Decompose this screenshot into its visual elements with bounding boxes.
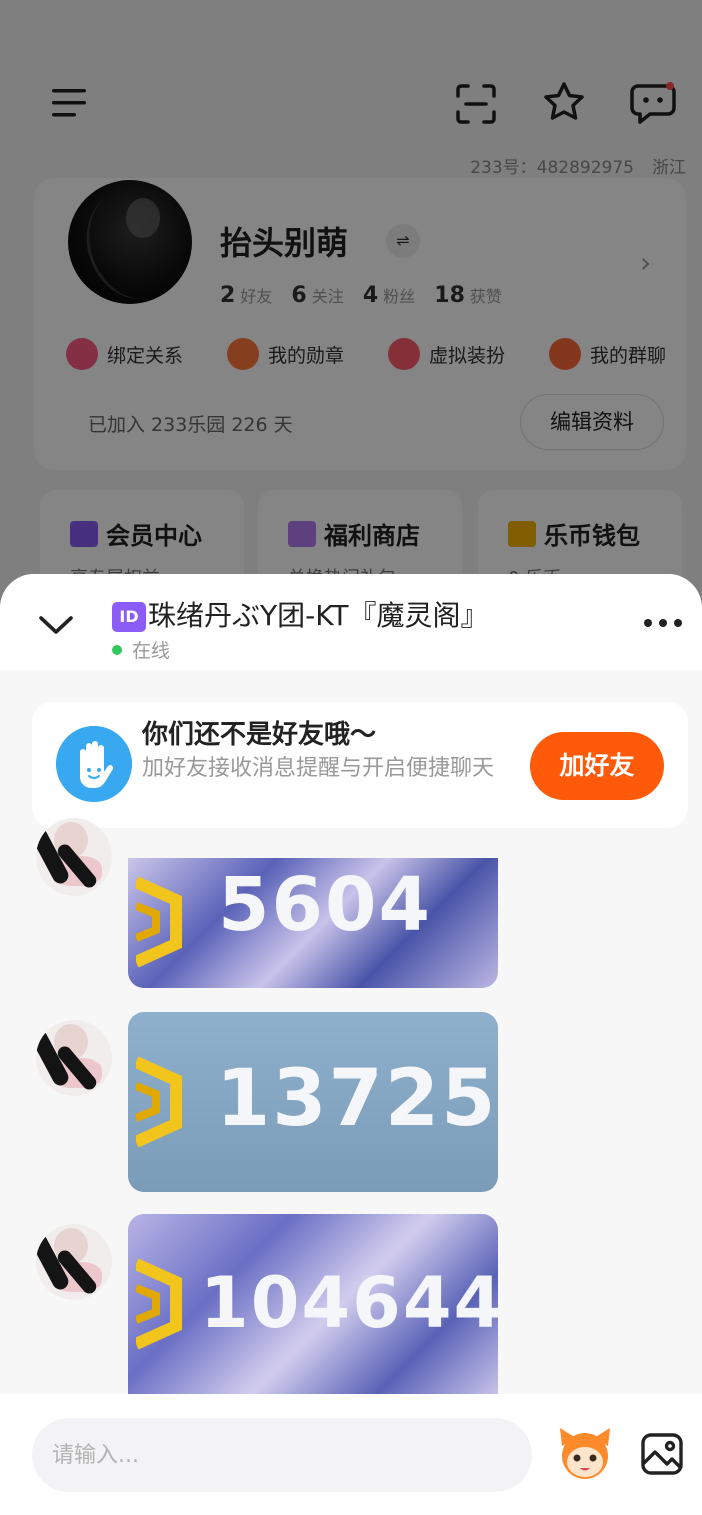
message-image[interactable]: 5604 xyxy=(128,858,498,988)
hand-icon xyxy=(56,726,132,802)
banner-title: 你们还不是好友哦～ xyxy=(142,720,377,750)
sender-avatar[interactable] xyxy=(36,1224,112,1300)
image-number: 5604 xyxy=(218,862,432,948)
message-input[interactable] xyxy=(32,1418,532,1492)
chat-sheet: ID 珠绪丹ぶY团-KT『魔灵阁』 在线 你们还不是好友哦～ 加好友接收消息提醒与… xyxy=(0,574,702,1515)
image-number: 104644 xyxy=(200,1262,498,1344)
id-badge: ID xyxy=(112,602,146,632)
chat-title: ID 珠绪丹ぶY团-KT『魔灵阁』 xyxy=(112,594,489,634)
chevron-down-icon[interactable] xyxy=(36,610,76,640)
online-dot xyxy=(112,644,122,655)
chat-header: ID 珠绪丹ぶY团-KT『魔灵阁』 在线 xyxy=(0,574,702,670)
input-bar xyxy=(0,1394,702,1515)
sender-avatar[interactable] xyxy=(36,818,112,896)
banner-subtitle: 加好友接收消息提醒与开启便捷聊天 xyxy=(142,756,495,781)
add-friend-banner: 你们还不是好友哦～ 加好友接收消息提醒与开启便捷聊天 加好友 xyxy=(32,702,688,828)
emoji-mascot-icon[interactable] xyxy=(556,1424,614,1482)
message-image[interactable]: 104644 xyxy=(128,1214,498,1394)
more-icon[interactable] xyxy=(644,610,684,634)
online-status: 在线 xyxy=(112,636,170,663)
message-image[interactable]: 13725 xyxy=(128,1012,498,1192)
coin-icon xyxy=(136,1056,182,1148)
image-icon[interactable] xyxy=(640,1432,684,1476)
add-friend-button[interactable]: 加好友 xyxy=(530,732,664,800)
image-number: 13725 xyxy=(216,1054,498,1144)
sender-avatar[interactable] xyxy=(36,1020,112,1096)
coin-icon xyxy=(136,1258,182,1350)
coin-icon xyxy=(136,876,182,968)
